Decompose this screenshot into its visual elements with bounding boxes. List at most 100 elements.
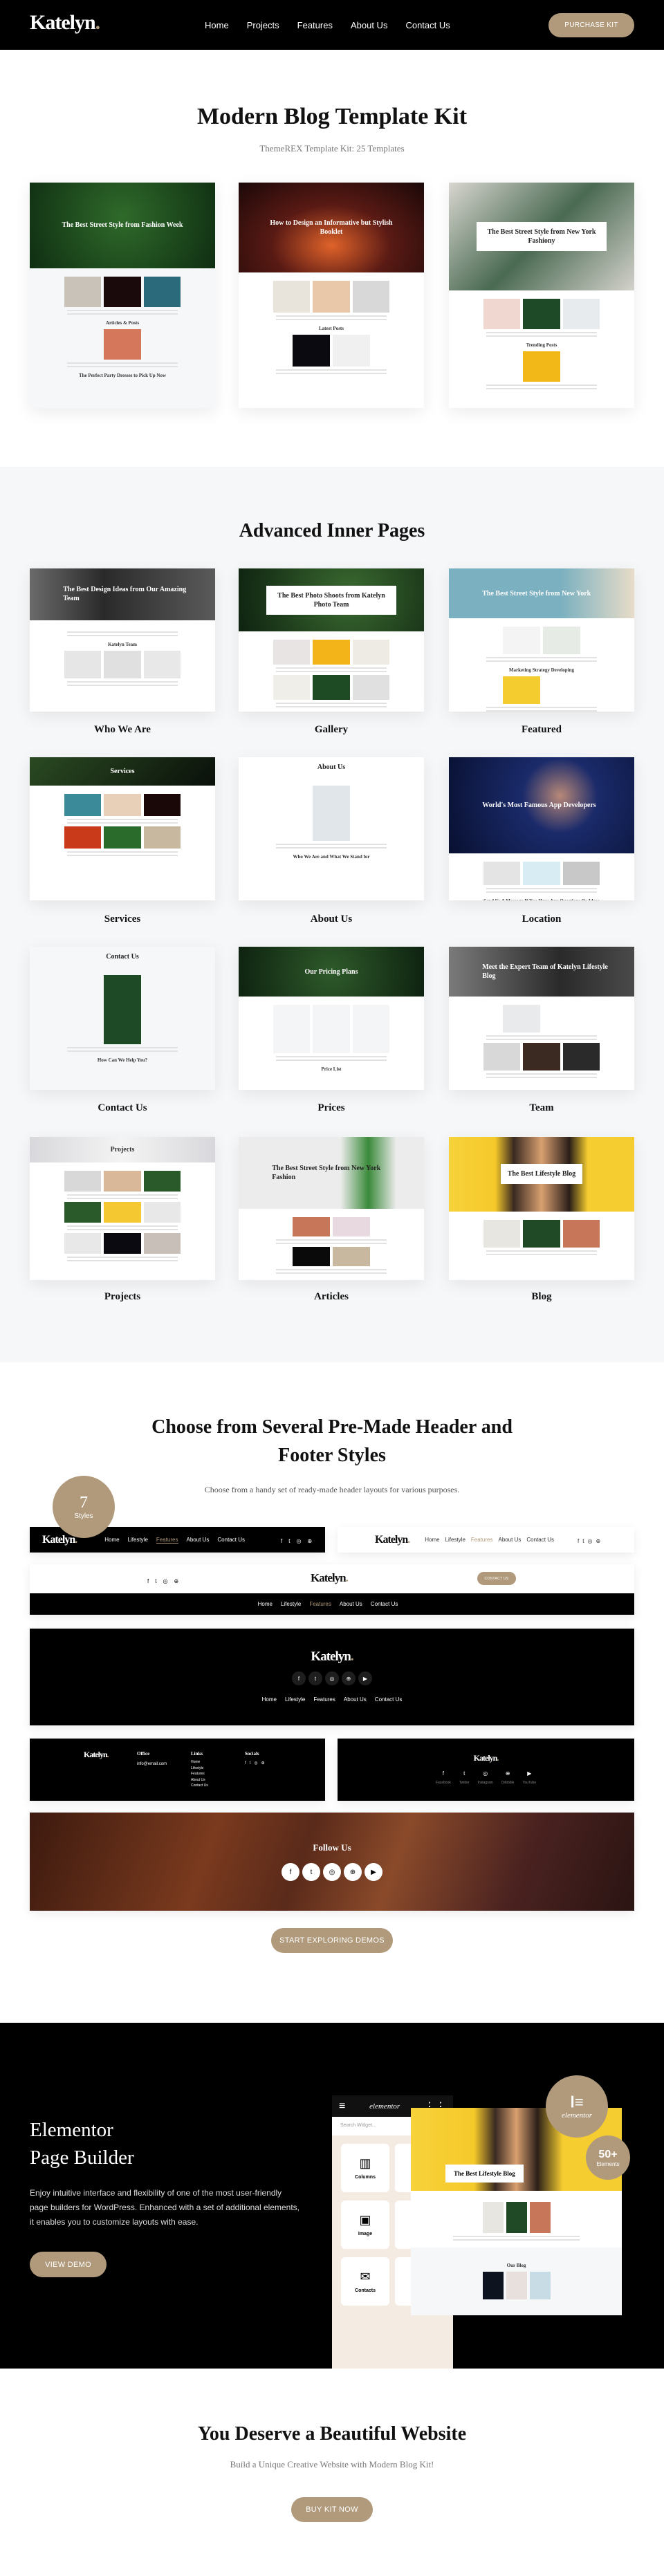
inner-page-label[interactable]: Who We Are [30, 724, 215, 736]
mock-section-title: Our Blog [506, 2263, 526, 2268]
footer-link[interactable]: Home [191, 1759, 208, 1766]
facebook-icon[interactable]: f [282, 1863, 299, 1881]
card-hero-title: The Best Street Style from New York [482, 589, 591, 597]
preview-nav-item: Home [104, 1537, 120, 1543]
elements-count-number: 50+ [598, 2148, 618, 2160]
inner-page-card[interactable]: World's Most Famous App Developers Send U… [449, 757, 634, 900]
header-preview-split[interactable]: f t ◎ ⊕ Katelyn. CONTACT US Home Lifestyle Fe… [30, 1564, 634, 1615]
preview-nav-item: Lifestyle [284, 1696, 306, 1703]
inner-page-label[interactable]: Team [449, 1102, 634, 1114]
elementor-section: Elementor Page Builder Enjoy intuitive i… [0, 2023, 664, 2369]
footer-preview-icons[interactable]: Katelyn. f Facebook t Twitter ◎ Instagram ⊕ Dri… [338, 1739, 634, 1801]
follow-us-footer-preview[interactable]: Follow Us f t ◎ ⊕ ▶ [30, 1813, 634, 1911]
footer-link[interactable]: About Us [191, 1777, 208, 1783]
inner-page-card[interactable]: The Best Design Ideas from Our Amazing T… [30, 568, 215, 712]
widget-tile[interactable]: ▥ Columns [341, 2144, 389, 2192]
card-hero-title: The Best Photo Shoots from Katelyn Photo… [266, 585, 396, 615]
footer-link[interactable]: Contact Us [191, 1783, 208, 1789]
footer-link[interactable]: Lifestyle [191, 1766, 208, 1772]
dribbble-link[interactable]: ⊕ Dribbble [501, 1770, 515, 1786]
inner-page-label[interactable]: Blog [449, 1291, 634, 1303]
nav-features[interactable]: Features [297, 20, 333, 30]
instagram-icon: ◎ [587, 1537, 593, 1544]
card-hero-image: Contact Us [30, 947, 215, 967]
preview-nav-item: Contact Us [370, 1601, 398, 1607]
start-exploring-demos-button[interactable]: START EXPLORING DEMOS [271, 1928, 393, 1953]
cta-subtitle: Build a Unique Creative Website with Mod… [230, 2459, 434, 2470]
template-card[interactable]: How to Design an Informative but Stylish… [239, 183, 424, 408]
card-hero-image: The Best Lifestyle Blog [449, 1137, 634, 1212]
footer-preview-columns[interactable]: Katelyn. Office info@email.com Links Hom… [30, 1739, 325, 1801]
twitter-link[interactable]: t Twitter [459, 1770, 470, 1786]
inner-page-card[interactable]: Contact Us How Can We Help You? [30, 947, 215, 1090]
footer-preview-centered[interactable]: Katelyn. f t ◎ ⊕ ▶ Home Lifestyle Features Abou… [30, 1629, 634, 1725]
inner-page-card[interactable]: Meet the Expert Team of Katelyn Lifestyl… [449, 947, 634, 1090]
inner-page-card[interactable]: The Best Street Style from New York Fash… [239, 1137, 424, 1280]
facebook-link[interactable]: f Facebook [436, 1770, 451, 1786]
card-hero-image: World's Most Famous App Developers [449, 757, 634, 853]
card-thumbnails [449, 1043, 634, 1071]
youtube-link[interactable]: ▶ YouTube [522, 1770, 536, 1786]
nav-home[interactable]: Home [205, 20, 229, 30]
social-icons: f t ◎ ⊕ [578, 1534, 607, 1546]
card-hero-title: Projects [110, 1146, 135, 1154]
social-label: Facebook [435, 1781, 451, 1786]
template-card[interactable]: The Best Street Style from Fashion Week A… [30, 183, 215, 408]
buy-kit-now-button[interactable]: BUY KIT NOW [291, 2497, 373, 2522]
header-preview-light[interactable]: Katelyn. Home Lifestyle Features About Us Co… [338, 1527, 634, 1553]
twitter-icon: t [582, 1537, 584, 1544]
twitter-icon: t [308, 1671, 322, 1685]
card-section-title: Price List [321, 1066, 342, 1073]
inner-page-label[interactable]: Articles [239, 1291, 424, 1303]
twitter-icon[interactable]: t [302, 1863, 320, 1881]
contact-us-button[interactable]: CONTACT US [477, 1572, 516, 1585]
purchase-kit-button[interactable]: PURCHASE KIT [548, 13, 634, 37]
inner-page-label[interactable]: Projects [30, 1291, 215, 1303]
site-header: Katelyn. Home Projects Features About Us Con… [0, 0, 664, 50]
inner-page-card[interactable]: Projects [30, 1137, 215, 1280]
instagram-icon[interactable]: ◎ [323, 1863, 341, 1881]
preview-logo: Katelyn. [311, 1571, 349, 1584]
preview-logo: Katelyn. [84, 1750, 109, 1759]
preview-nav-item: Home [261, 1696, 277, 1703]
inner-page-label[interactable]: Gallery [239, 724, 424, 736]
view-demo-button[interactable]: VIEW DEMO [30, 2252, 107, 2277]
inner-page-card[interactable]: Our Pricing Plans Price List [239, 947, 424, 1090]
card-hero-image: The Best Street Style from New York Fash… [239, 1137, 424, 1209]
youtube-icon: ▶ [358, 1671, 372, 1685]
widget-tile[interactable]: ▣ Image [341, 2200, 389, 2249]
inner-page-label[interactable]: Location [449, 914, 634, 925]
inner-page-card[interactable]: About Us Who We Are and What We Stand for [239, 757, 424, 900]
nav-about[interactable]: About Us [351, 20, 387, 30]
inner-page-label[interactable]: About Us [239, 914, 424, 925]
inner-page-card[interactable]: Services [30, 757, 215, 900]
social-icons: f t ◎ ⊕ [281, 1534, 318, 1546]
inner-page-label[interactable]: Featured [449, 724, 634, 736]
instagram-link[interactable]: ◎ Instagram [478, 1770, 493, 1786]
card-thumbnails [30, 1202, 215, 1223]
inner-page-card[interactable]: The Best Lifestyle Blog [449, 1137, 634, 1280]
widget-tile[interactable]: ✉ Contacts [341, 2257, 389, 2306]
footer-email[interactable]: info@email.com [137, 1761, 167, 1768]
logo[interactable]: Katelyn. [30, 11, 100, 35]
footer-link[interactable]: Features [191, 1771, 208, 1777]
elements-count-badge: 50+ Elements [586, 2135, 630, 2180]
inner-page-card[interactable]: The Best Photo Shoots from Katelyn Photo… [239, 568, 424, 712]
image-icon: ▣ [359, 2213, 371, 2227]
preview-nav-item: Contact Us [374, 1696, 403, 1703]
card-hero-title: World's Most Famous App Developers [482, 801, 596, 809]
preview-logo: Katelyn. [375, 1533, 410, 1546]
card-thumbnails [30, 1233, 215, 1254]
widget-label: Image [358, 2232, 373, 2236]
dribbble-icon[interactable]: ⊕ [344, 1863, 362, 1881]
inner-page-label[interactable]: Contact Us [30, 1102, 215, 1114]
inner-page-label[interactable]: Services [30, 914, 215, 925]
inner-page-label[interactable]: Prices [239, 1102, 424, 1114]
youtube-icon[interactable]: ▶ [365, 1863, 382, 1881]
card-thumbnails [239, 335, 424, 367]
nav-contact[interactable]: Contact Us [405, 20, 450, 30]
template-card[interactable]: The Best Street Style from New York Fash… [449, 183, 634, 408]
preview-logo: Katelyn. [473, 1753, 499, 1763]
nav-projects[interactable]: Projects [247, 20, 279, 30]
inner-page-card[interactable]: The Best Street Style from New York Marke… [449, 568, 634, 712]
